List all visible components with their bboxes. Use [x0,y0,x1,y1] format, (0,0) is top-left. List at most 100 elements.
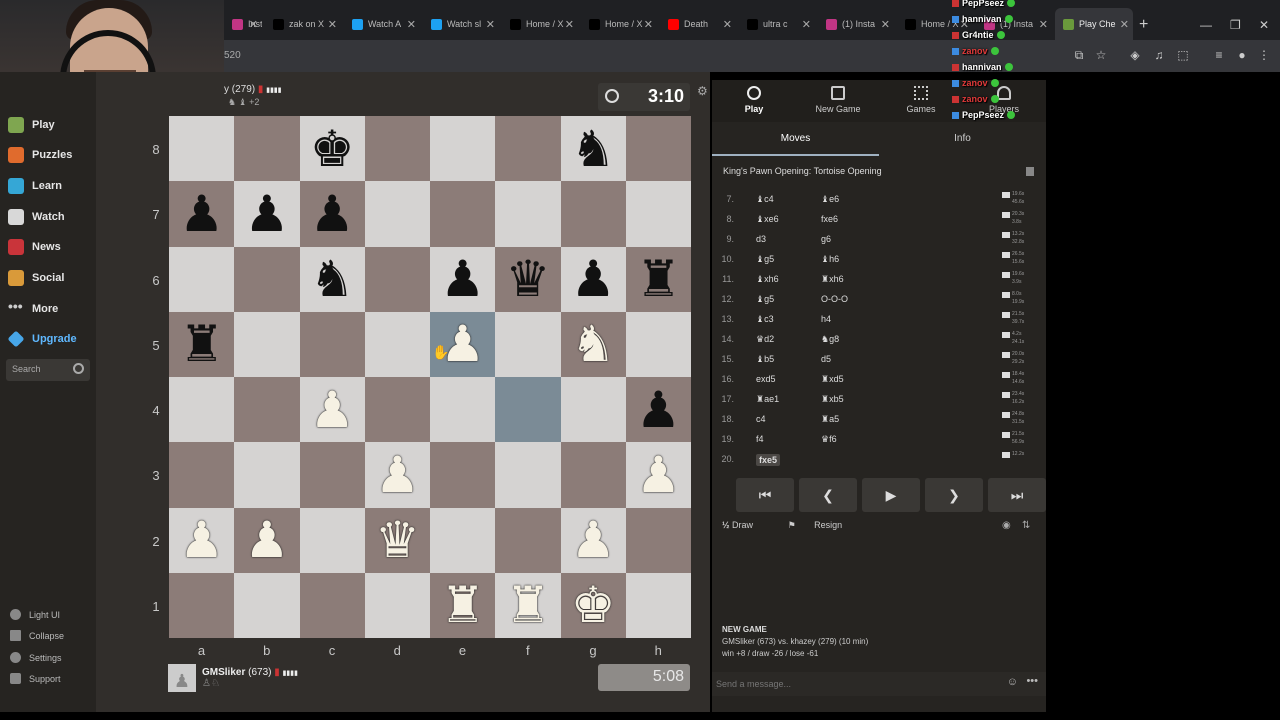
square-b6[interactable] [234,246,300,312]
white-rook-icon[interactable]: ♜ [440,580,485,630]
square-d4[interactable] [364,377,430,443]
bottom-player[interactable]: ♟ GMSliker (673) ▮ ▮▮▮▮ ♙♘ [168,664,298,692]
square-a5[interactable]: ♜ [169,311,235,377]
next-move-button[interactable]: ❯ [925,478,983,512]
square-f6[interactable]: ♛ [495,246,561,312]
sidebar-item-upgrade[interactable]: Upgrade [7,329,77,349]
square-d5[interactable] [364,311,430,377]
square-h6[interactable]: ♜ [625,246,691,312]
browser-tab[interactable]: (1) Insta ✕ [818,8,894,40]
square-e4[interactable] [430,377,496,443]
square-c4[interactable]: ♟ [299,377,365,443]
sidebar-item-watch[interactable]: Watch [8,207,65,227]
square-g8[interactable]: ♞ [560,116,626,182]
square-b2[interactable]: ♟ [234,507,300,573]
white-pawn-icon[interactable]: ♟ [636,450,681,500]
square-e3[interactable] [430,442,496,508]
top-player[interactable]: y (279) ▮ ▮▮▮▮ ♞ ♝ +2 [224,84,282,107]
square-h3[interactable]: ♟ [625,442,691,508]
prev-move-button[interactable]: ❮ [799,478,857,512]
white-move[interactable]: ♝b5 [756,354,774,365]
collapse-button[interactable]: Collapse [10,630,64,641]
black-move[interactable]: ♜xd5 [821,374,844,385]
black-rook-icon[interactable]: ♜ [179,319,224,369]
close-tab-icon[interactable]: ✕ [881,18,890,31]
support-button[interactable]: Support [10,673,61,684]
square-d2[interactable]: ♛ [364,507,430,573]
square-a3[interactable] [169,442,235,508]
white-move[interactable]: ♝xh6 [756,274,779,285]
white-pawn-icon[interactable]: ♟ [244,515,289,565]
first-move-button[interactable]: ⏮ [736,478,794,512]
black-queen-icon[interactable]: ♛ [505,254,550,304]
square-h7[interactable] [625,181,691,247]
close-tab-icon[interactable]: ✕ [723,18,732,31]
resign-button[interactable]: ⚑ Resign [788,520,859,530]
square-b1[interactable] [234,572,300,638]
white-pawn-icon[interactable]: ♟ [571,515,616,565]
square-f5[interactable] [495,311,561,377]
square-h1[interactable] [625,572,691,638]
close-window-icon[interactable]: ✕ [1259,18,1269,32]
square-g2[interactable]: ♟ [560,507,626,573]
menu-icon[interactable]: ⋮ [1257,48,1271,62]
black-pawn-icon[interactable]: ♟ [571,254,616,304]
white-queen-icon[interactable]: ♛ [375,515,420,565]
square-f1[interactable]: ♜ [495,572,561,638]
close-tab-icon[interactable]: ✕ [486,18,495,31]
white-move[interactable]: ♝g5 [756,294,774,305]
flip-board-icon[interactable]: ⇅ [1022,520,1030,531]
white-pawn-icon[interactable]: ♟ [375,450,420,500]
chat-input[interactable] [716,675,996,693]
close-tab-icon[interactable]: ✕ [407,18,416,31]
white-move[interactable]: exd5 [756,374,776,384]
white-pawn-icon[interactable]: ♟ [179,515,224,565]
white-move[interactable]: ♜ae1 [756,394,779,405]
sidebar-item-news[interactable]: News [8,237,61,257]
sidebar-item-more[interactable]: ••• More [8,299,58,319]
square-h8[interactable] [625,116,691,182]
square-e2[interactable] [430,507,496,573]
black-move[interactable]: ♜a5 [821,414,839,425]
browser-tab[interactable]: Watch sl ✕ [423,8,499,40]
square-g5[interactable]: ♞ [560,311,626,377]
search-input[interactable]: Search [6,359,90,381]
square-h2[interactable] [625,507,691,573]
browser-tab[interactable]: Home / X ✕ [581,8,657,40]
square-d3[interactable]: ♟ [364,442,430,508]
square-d6[interactable] [364,246,430,312]
black-move[interactable]: d5 [821,354,831,364]
black-king-icon[interactable]: ♚ [310,124,355,174]
black-knight-icon[interactable]: ♞ [571,124,616,174]
square-a1[interactable] [169,572,235,638]
white-move[interactable]: c4 [756,414,766,424]
browser-tab[interactable]: ultra c ✕ [739,8,815,40]
sidebar-item-learn[interactable]: Learn [8,176,62,196]
last-move-button[interactable]: ⏭ [988,478,1046,512]
sidebar-item-puzzles[interactable]: Puzzles [8,145,72,165]
square-c2[interactable] [299,507,365,573]
black-move[interactable]: fxe6 [821,214,838,224]
playlist-icon[interactable]: ≡ [1212,48,1226,62]
browser-tab[interactable]: Watch A ✕ [344,8,420,40]
board-settings-icon[interactable]: ⚙ [697,84,708,98]
black-move[interactable]: ♞g8 [821,334,839,345]
white-king-icon[interactable]: ♚ [571,580,616,630]
square-g4[interactable] [560,377,626,443]
close-tab-icon[interactable]: ✕ [565,18,574,31]
white-knight-icon[interactable]: ♞ [571,319,616,369]
square-g3[interactable] [560,442,626,508]
white-move[interactable]: f4 [756,434,764,444]
black-pawn-icon[interactable]: ♟ [179,189,224,239]
square-b3[interactable] [234,442,300,508]
close-tab-icon[interactable]: ✕ [249,18,258,31]
square-a2[interactable]: ♟ [169,507,235,573]
close-tab-icon[interactable]: ✕ [1120,18,1129,31]
square-f7[interactable] [495,181,561,247]
search-icon[interactable] [73,363,84,374]
white-move[interactable]: ♝xe6 [756,214,779,225]
close-tab-icon[interactable]: ✕ [1039,18,1048,31]
black-move[interactable]: ♜xh6 [821,274,844,285]
white-move[interactable]: fxe5 [756,454,781,466]
profile-icon[interactable]: ● [1235,48,1249,62]
